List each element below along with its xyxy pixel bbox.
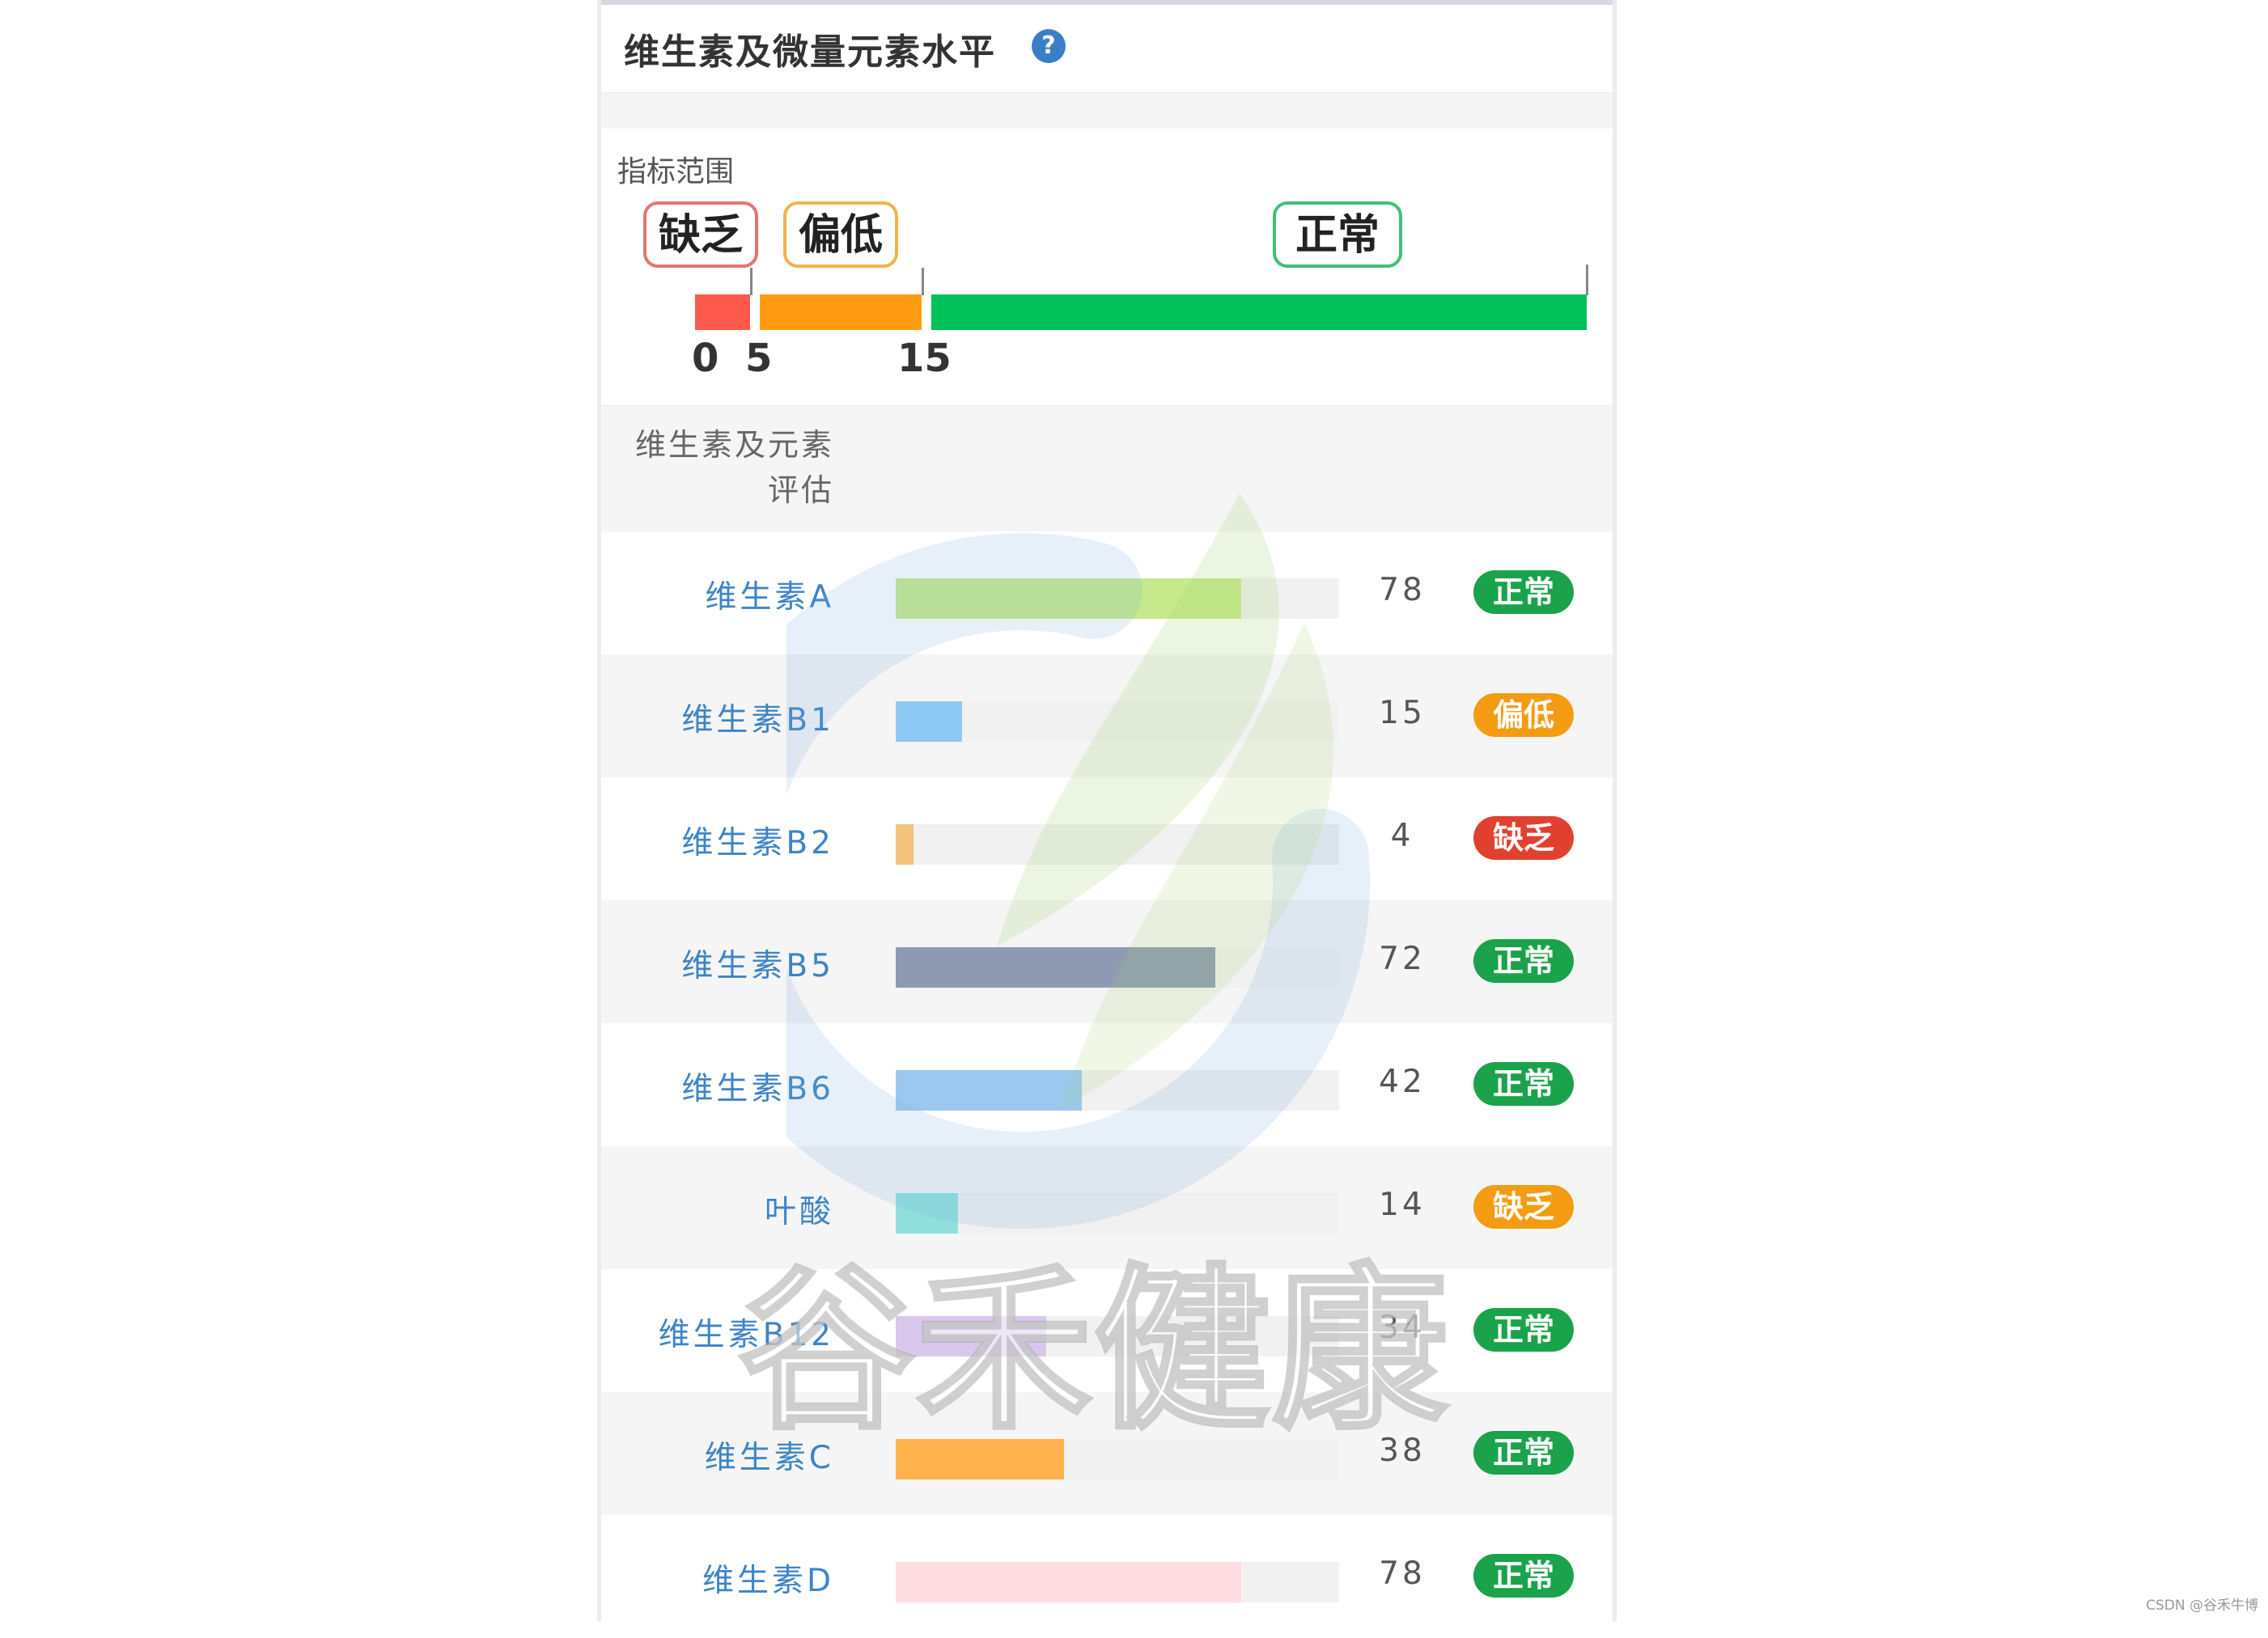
level-value: 42 xyxy=(1379,1064,1426,1100)
level-bar-track xyxy=(896,1316,1339,1357)
panel-title: 维生素及微量元素水平 xyxy=(624,32,996,73)
level-bar-fill xyxy=(896,947,1215,988)
level-value: 34 xyxy=(1379,1310,1426,1346)
tick-low xyxy=(922,268,924,295)
range-tag-normal: 正常 xyxy=(1273,201,1402,268)
range-segment-deficient xyxy=(695,294,750,330)
status-badge: 正常 xyxy=(1473,1308,1574,1352)
vitamin-name-link[interactable]: 维生素C xyxy=(543,1433,834,1478)
status-badge: 缺乏 xyxy=(1473,1185,1574,1229)
status-badge: 正常 xyxy=(1473,1431,1574,1475)
level-value: 38 xyxy=(1379,1433,1426,1469)
level-bar-track xyxy=(896,947,1339,988)
vitamin-panel: 维生素及微量元素水平 ? 指标范围 缺乏 偏低 正常 0 5 15 维生素及元素… xyxy=(597,0,1617,1622)
panel-header: 维生素及微量元素水平 ? xyxy=(601,5,1613,93)
list-item: 维生素B1 15 偏低 xyxy=(601,654,1613,777)
status-badge: 正常 xyxy=(1473,1554,1574,1598)
vitamin-name-link[interactable]: 维生素B1 xyxy=(543,695,834,740)
level-bar-track xyxy=(896,701,1339,742)
list-header-text: 维生素及元素 评估 xyxy=(575,422,834,513)
level-bar-track xyxy=(896,578,1339,619)
tick-deficient xyxy=(750,268,752,295)
level-bar-fill xyxy=(896,1316,1047,1357)
credit-text: CSDN @谷禾牛博 xyxy=(2146,1598,2258,1614)
level-bar-fill xyxy=(896,701,963,742)
status-badge: 正常 xyxy=(1473,939,1574,983)
range-number-0: 0 xyxy=(692,336,719,381)
level-value: 78 xyxy=(1379,572,1426,608)
list-item: 叶酸 14 缺乏 xyxy=(601,1146,1613,1269)
level-bar-track xyxy=(896,1439,1339,1479)
status-badge: 偏低 xyxy=(1473,693,1574,737)
list-item: 维生素C 38 正常 xyxy=(601,1392,1613,1515)
vitamin-name-link[interactable]: 维生素B12 xyxy=(543,1310,834,1355)
question-circle-icon[interactable]: ? xyxy=(1032,29,1066,63)
status-badge: 缺乏 xyxy=(1473,816,1574,860)
level-bar-fill xyxy=(896,578,1242,619)
vitamin-name-link[interactable]: 维生素A xyxy=(543,572,834,617)
range-label: 指标范围 xyxy=(617,155,735,188)
level-value: 4 xyxy=(1390,818,1414,854)
list-item: 维生素B2 4 缺乏 xyxy=(601,777,1613,900)
level-value: 78 xyxy=(1379,1555,1426,1592)
range-segment-low xyxy=(760,294,922,330)
vitamin-name-link[interactable]: 叶酸 xyxy=(543,1187,834,1232)
range-number-15: 15 xyxy=(897,336,952,381)
level-bar-track xyxy=(896,1562,1339,1602)
list-item: 维生素A 78 正常 xyxy=(601,531,1613,654)
list-item: 维生素D 78 正常 xyxy=(601,1515,1613,1638)
level-bar-fill xyxy=(896,1562,1242,1602)
level-bar-fill xyxy=(896,1439,1065,1479)
level-bar-fill xyxy=(896,824,914,865)
level-bar-track xyxy=(896,1070,1339,1111)
level-value: 15 xyxy=(1379,695,1426,731)
range-tag-deficient: 缺乏 xyxy=(643,201,758,268)
vitamin-name-link[interactable]: 维生素B6 xyxy=(543,1064,834,1109)
range-legend: 指标范围 缺乏 偏低 正常 0 5 15 xyxy=(601,129,1613,405)
level-value: 72 xyxy=(1379,941,1426,977)
status-badge: 正常 xyxy=(1473,570,1574,614)
range-tag-low: 偏低 xyxy=(783,201,898,268)
vitamin-name-link[interactable]: 维生素D xyxy=(543,1555,834,1601)
tick-normal xyxy=(1586,265,1588,295)
level-value: 14 xyxy=(1379,1187,1426,1223)
range-number-5: 5 xyxy=(745,336,773,381)
list-header: 维生素及元素 评估 xyxy=(601,405,1613,531)
list-item: 维生素B12 34 正常 xyxy=(601,1269,1613,1392)
level-bar-track xyxy=(896,824,1339,865)
header-spacer xyxy=(601,93,1613,129)
status-badge: 正常 xyxy=(1473,1062,1574,1106)
list-header-line1: 维生素及元素 xyxy=(634,427,834,463)
vitamin-name-link[interactable]: 维生素B5 xyxy=(543,941,834,986)
level-bar-fill xyxy=(896,1070,1083,1111)
vitamin-name-link[interactable]: 维生素B2 xyxy=(543,818,834,863)
list-item: 维生素B6 42 正常 xyxy=(601,1023,1613,1146)
list-header-line2: 评估 xyxy=(767,472,834,508)
range-segment-normal xyxy=(931,294,1587,330)
level-bar-track xyxy=(896,1193,1339,1234)
level-bar-fill xyxy=(896,1193,958,1234)
list-item: 维生素B5 72 正常 xyxy=(601,900,1613,1023)
